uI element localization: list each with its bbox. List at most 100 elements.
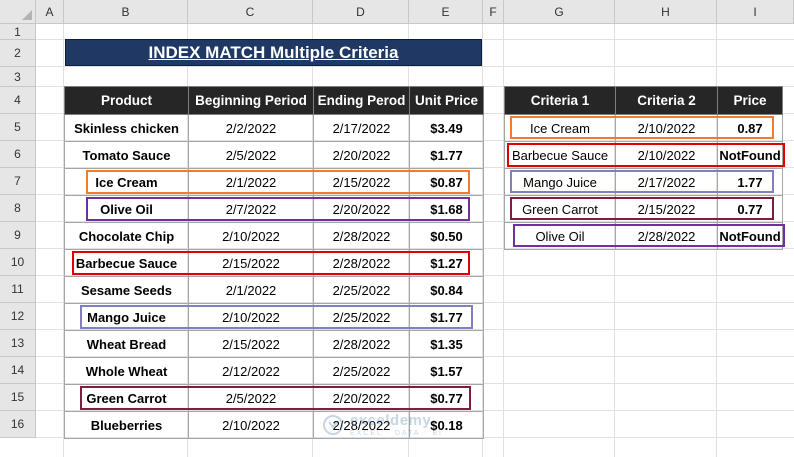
gridline bbox=[36, 66, 794, 67]
product-cell[interactable]: Whole Wheat bbox=[64, 357, 189, 385]
header-criteria-1[interactable]: Criteria 1 bbox=[504, 86, 616, 115]
row-header-10[interactable]: 10 bbox=[0, 249, 36, 276]
ending-period-cell[interactable]: 2/15/2022 bbox=[313, 168, 410, 196]
criteria-1-cell[interactable]: Olive Oil bbox=[504, 222, 616, 250]
price-result-cell[interactable]: 0.77 bbox=[717, 195, 783, 223]
product-cell[interactable]: Mango Juice bbox=[64, 303, 189, 331]
row-header-15[interactable]: 15 bbox=[0, 384, 36, 411]
ending-period-cell[interactable]: 2/25/2022 bbox=[313, 303, 410, 331]
row-header-9[interactable]: 9 bbox=[0, 222, 36, 249]
column-header-i[interactable]: I bbox=[717, 0, 794, 24]
price-result-cell[interactable]: NotFound bbox=[717, 141, 783, 169]
row-header-6[interactable]: 6 bbox=[0, 141, 36, 168]
header-criteria-2[interactable]: Criteria 2 bbox=[615, 86, 718, 115]
beginning-period-cell[interactable]: 2/5/2022 bbox=[188, 141, 314, 169]
product-cell[interactable]: Sesame Seeds bbox=[64, 276, 189, 304]
unit-price-cell[interactable]: $0.50 bbox=[409, 222, 484, 250]
beginning-period-cell[interactable]: 2/10/2022 bbox=[188, 303, 314, 331]
select-all-corner[interactable] bbox=[0, 0, 36, 24]
product-cell[interactable]: Chocolate Chip bbox=[64, 222, 189, 250]
row-header-14[interactable]: 14 bbox=[0, 357, 36, 384]
row-header-12[interactable]: 12 bbox=[0, 303, 36, 330]
criteria-2-cell[interactable]: 2/17/2022 bbox=[615, 168, 718, 196]
ending-period-cell[interactable]: 2/28/2022 bbox=[313, 222, 410, 250]
ending-period-cell[interactable]: 2/20/2022 bbox=[313, 195, 410, 223]
exceldemy-logo-icon bbox=[323, 415, 343, 435]
row-header-13[interactable]: 13 bbox=[0, 330, 36, 357]
unit-price-cell[interactable]: $0.77 bbox=[409, 384, 484, 412]
unit-price-cell[interactable]: $3.49 bbox=[409, 114, 484, 142]
ending-period-cell[interactable]: 2/25/2022 bbox=[313, 357, 410, 385]
unit-price-cell[interactable]: $1.27 bbox=[409, 249, 484, 277]
ending-period-cell[interactable]: 2/20/2022 bbox=[313, 141, 410, 169]
price-result-cell[interactable]: 0.87 bbox=[717, 114, 783, 142]
unit-price-cell[interactable]: $1.77 bbox=[409, 141, 484, 169]
column-header-e[interactable]: E bbox=[409, 0, 483, 24]
price-result-cell[interactable]: 1.77 bbox=[717, 168, 783, 196]
unit-price-cell[interactable]: $1.68 bbox=[409, 195, 484, 223]
row-header-1[interactable]: 1 bbox=[0, 24, 36, 40]
column-header-h[interactable]: H bbox=[615, 0, 717, 24]
row-header-16[interactable]: 16 bbox=[0, 411, 36, 438]
criteria-1-cell[interactable]: Mango Juice bbox=[504, 168, 616, 196]
product-cell[interactable]: Tomato Sauce bbox=[64, 141, 189, 169]
unit-price-cell[interactable]: $0.84 bbox=[409, 276, 484, 304]
sheet-title[interactable]: INDEX MATCH Multiple Criteria bbox=[65, 39, 482, 66]
beginning-period-cell[interactable]: 2/1/2022 bbox=[188, 276, 314, 304]
ending-period-cell[interactable]: 2/28/2022 bbox=[313, 249, 410, 277]
product-cell[interactable]: Green Carrot bbox=[64, 384, 189, 412]
header-unit-price[interactable]: Unit Price bbox=[409, 86, 484, 115]
row-header-11[interactable]: 11 bbox=[0, 276, 36, 303]
row-header-7[interactable]: 7 bbox=[0, 168, 36, 195]
beginning-period-cell[interactable]: 2/10/2022 bbox=[188, 411, 314, 439]
row-header-4[interactable]: 4 bbox=[0, 87, 36, 114]
product-cell[interactable]: Olive Oil bbox=[64, 195, 189, 223]
column-header-g[interactable]: G bbox=[504, 0, 615, 24]
header-beginning-period[interactable]: Beginning Period bbox=[188, 86, 314, 115]
criteria-1-cell[interactable]: Barbecue Sauce bbox=[504, 141, 616, 169]
product-cell[interactable]: Ice Cream bbox=[64, 168, 189, 196]
ending-period-cell[interactable]: 2/20/2022 bbox=[313, 384, 410, 412]
table-row: Olive Oil 2/28/2022 NotFound bbox=[504, 222, 783, 250]
select-all-triangle-icon bbox=[22, 10, 32, 20]
header-ending-period[interactable]: Ending Perod bbox=[313, 86, 410, 115]
column-header-d[interactable]: D bbox=[313, 0, 409, 24]
beginning-period-cell[interactable]: 2/1/2022 bbox=[188, 168, 314, 196]
row-header-3[interactable]: 3 bbox=[0, 67, 36, 87]
unit-price-cell[interactable]: $1.35 bbox=[409, 330, 484, 358]
beginning-period-cell[interactable]: 2/12/2022 bbox=[188, 357, 314, 385]
ending-period-cell[interactable]: 2/28/2022 bbox=[313, 330, 410, 358]
beginning-period-cell[interactable]: 2/10/2022 bbox=[188, 222, 314, 250]
beginning-period-cell[interactable]: 2/15/2022 bbox=[188, 330, 314, 358]
product-cell[interactable]: Skinless chicken bbox=[64, 114, 189, 142]
table-row: Ice Cream 2/10/2022 0.87 bbox=[504, 114, 783, 142]
product-cell[interactable]: Wheat Bread bbox=[64, 330, 189, 358]
column-header-b[interactable]: B bbox=[64, 0, 188, 24]
header-price[interactable]: Price bbox=[717, 86, 783, 115]
beginning-period-cell[interactable]: 2/5/2022 bbox=[188, 384, 314, 412]
beginning-period-cell[interactable]: 2/2/2022 bbox=[188, 114, 314, 142]
header-product[interactable]: Product bbox=[64, 86, 189, 115]
unit-price-cell[interactable]: $1.77 bbox=[409, 303, 484, 331]
product-cell[interactable]: Blueberries bbox=[64, 411, 189, 439]
criteria-2-cell[interactable]: 2/10/2022 bbox=[615, 141, 718, 169]
beginning-period-cell[interactable]: 2/7/2022 bbox=[188, 195, 314, 223]
row-header-8[interactable]: 8 bbox=[0, 195, 36, 222]
criteria-2-cell[interactable]: 2/15/2022 bbox=[615, 195, 718, 223]
row-header-2[interactable]: 2 bbox=[0, 40, 36, 67]
unit-price-cell[interactable]: $1.57 bbox=[409, 357, 484, 385]
price-result-cell[interactable]: NotFound bbox=[717, 222, 783, 250]
product-cell[interactable]: Barbecue Sauce bbox=[64, 249, 189, 277]
ending-period-cell[interactable]: 2/17/2022 bbox=[313, 114, 410, 142]
column-header-f[interactable]: F bbox=[483, 0, 504, 24]
criteria-1-cell[interactable]: Green Carrot bbox=[504, 195, 616, 223]
column-header-a[interactable]: A bbox=[36, 0, 64, 24]
column-header-c[interactable]: C bbox=[188, 0, 313, 24]
beginning-period-cell[interactable]: 2/15/2022 bbox=[188, 249, 314, 277]
criteria-2-cell[interactable]: 2/28/2022 bbox=[615, 222, 718, 250]
ending-period-cell[interactable]: 2/25/2022 bbox=[313, 276, 410, 304]
row-header-5[interactable]: 5 bbox=[0, 114, 36, 141]
criteria-2-cell[interactable]: 2/10/2022 bbox=[615, 114, 718, 142]
unit-price-cell[interactable]: $0.87 bbox=[409, 168, 484, 196]
criteria-1-cell[interactable]: Ice Cream bbox=[504, 114, 616, 142]
